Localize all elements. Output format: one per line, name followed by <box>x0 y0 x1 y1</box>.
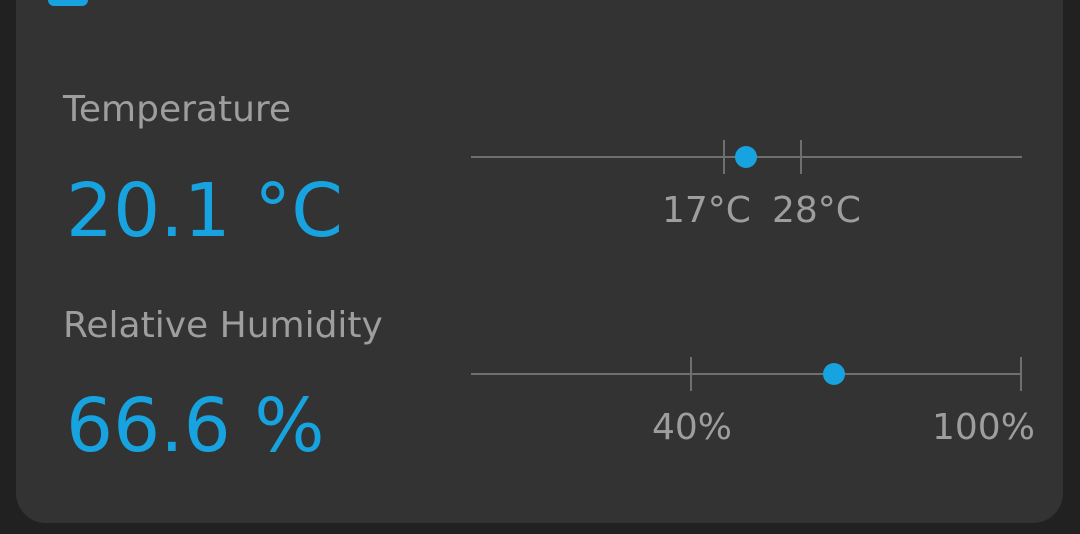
temperature-dot-icon <box>735 146 757 168</box>
humidity-track <box>471 373 1022 375</box>
humidity-value: 66.6 % <box>66 383 325 469</box>
temperature-label: Temperature <box>63 89 292 130</box>
temperature-tick-low <box>723 140 725 174</box>
temperature-value: 20.1 °C <box>66 168 343 254</box>
temperature-range-low-label: 17°C <box>662 190 751 231</box>
humidity-dot-icon <box>823 363 845 385</box>
humidity-range-high-label: 100% <box>932 407 1035 448</box>
temperature-tick-high <box>800 140 802 174</box>
temperature-range-high-label: 28°C <box>772 190 861 231</box>
humidity-range-low-label: 40% <box>652 407 733 448</box>
humidity-tick-high <box>1020 357 1022 391</box>
humidity-tick-low <box>690 357 692 391</box>
device-icon <box>48 0 88 6</box>
humidity-label: Relative Humidity <box>63 305 383 346</box>
